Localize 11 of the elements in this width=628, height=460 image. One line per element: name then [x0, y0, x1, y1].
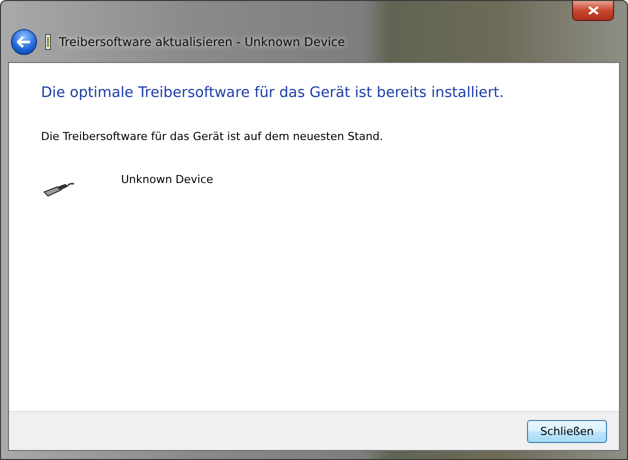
usb-plug-icon: [43, 181, 75, 197]
device-icon: [45, 34, 51, 50]
window-title: Treibersoftware aktualisieren - Unknown Device: [59, 35, 346, 49]
back-button[interactable]: [11, 29, 37, 55]
close-icon: [588, 6, 598, 15]
back-arrow-icon: [17, 36, 31, 48]
heading: Die optimale Treibersoftware für das Gerät ist bereits installiert.: [41, 85, 505, 101]
close-dialog-button[interactable]: Schließen: [527, 420, 607, 442]
device-name: Unknown Device: [121, 173, 214, 186]
close-button[interactable]: [572, 1, 614, 21]
message-text: Die Treibersoftware für das Gerät ist auf dem neuesten Stand.: [41, 130, 384, 143]
